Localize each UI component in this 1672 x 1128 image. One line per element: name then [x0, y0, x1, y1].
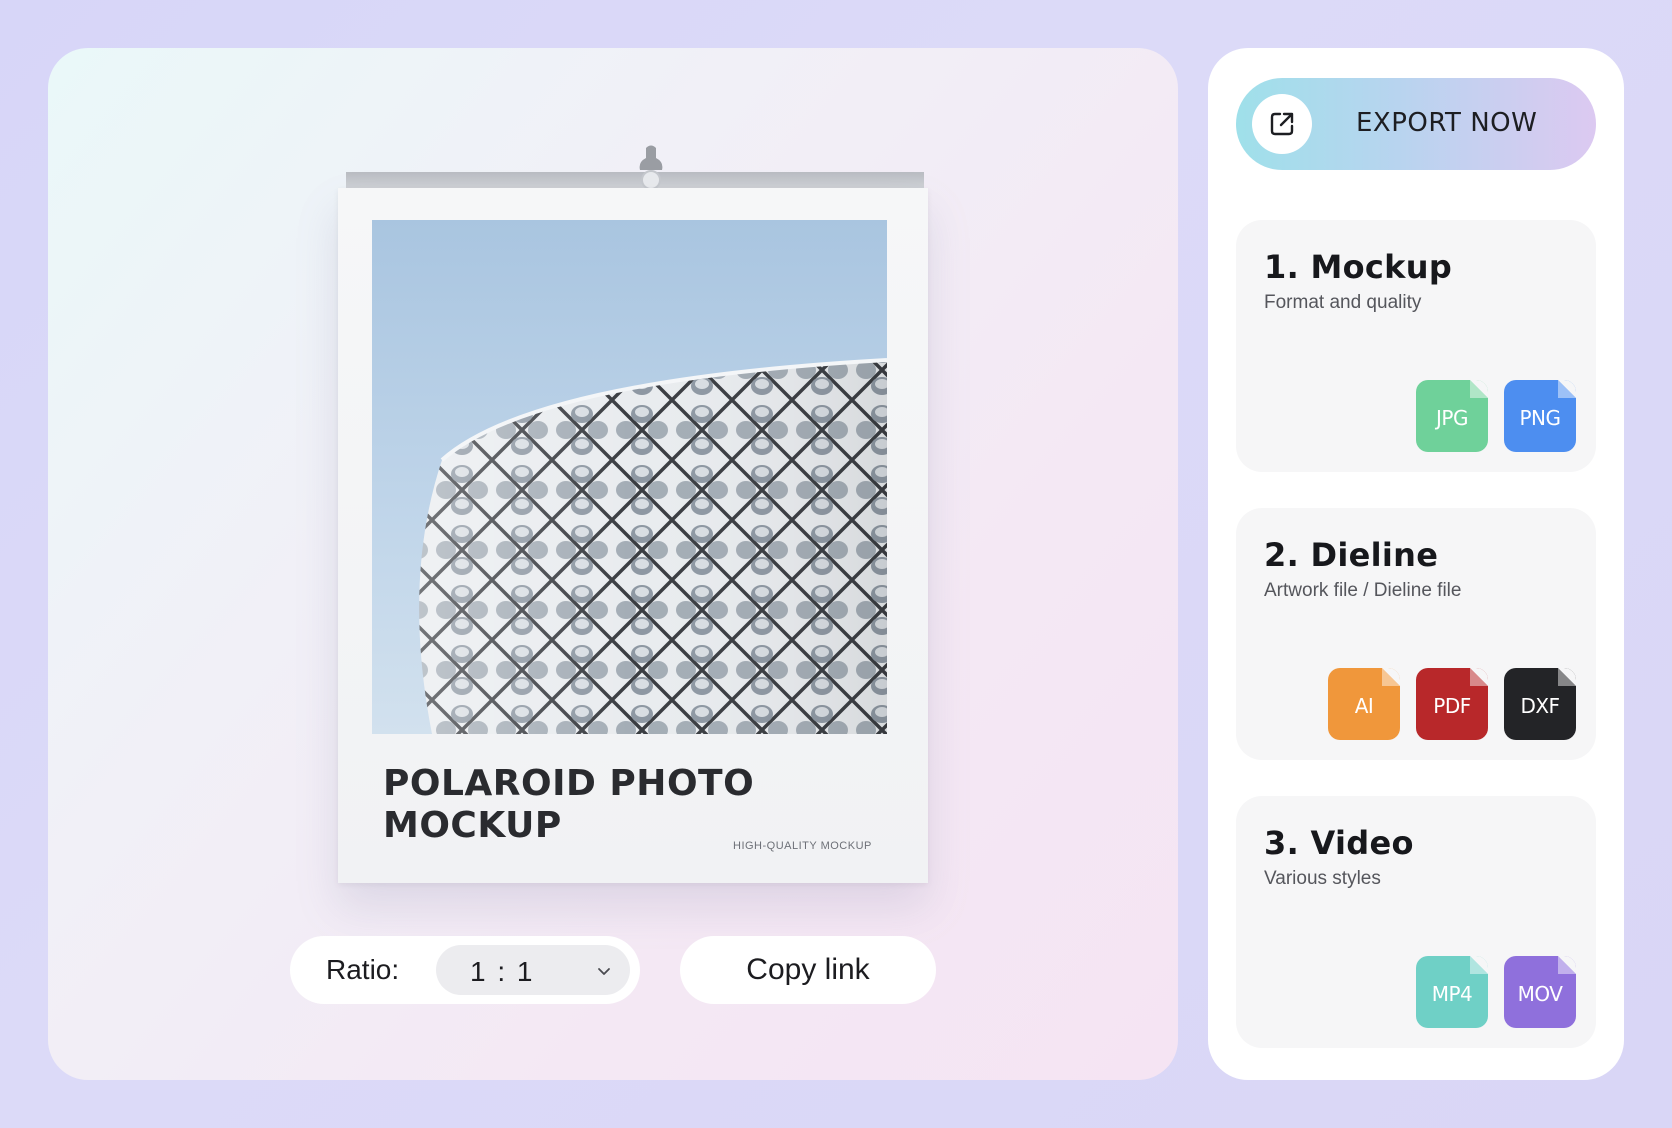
- section-title: 3. Video: [1264, 824, 1414, 862]
- png-file-icon[interactable]: PNG: [1504, 380, 1576, 452]
- dxf-file-icon[interactable]: DXF: [1504, 668, 1576, 740]
- section-subtitle: Artwork file / Dieline file: [1264, 580, 1462, 601]
- mov-file-icon[interactable]: MOV: [1504, 956, 1576, 1028]
- external-link-icon: [1270, 112, 1294, 136]
- ai-file-icon[interactable]: AI: [1328, 668, 1400, 740]
- file-label: PDF: [1433, 694, 1471, 718]
- file-label: MP4: [1431, 982, 1473, 1006]
- section-subtitle: Various styles: [1264, 868, 1381, 889]
- ratio-control: Ratio: 1 : 1: [290, 936, 640, 1004]
- section-title: 2. Dieline: [1264, 536, 1439, 574]
- ratio-value: 1 : 1: [470, 956, 535, 987]
- section-title: 1. Mockup: [1264, 248, 1453, 286]
- polaroid-subtitle: HIGH-QUALITY MOCKUP: [733, 840, 872, 852]
- file-label: AI: [1354, 694, 1374, 718]
- polaroid-title: POLAROID PHOTO MOCKUP: [383, 763, 755, 846]
- file-label: JPG: [1436, 406, 1468, 430]
- file-format-row: AI PDF DXF: [1328, 668, 1576, 740]
- file-format-row: MP4 MOV: [1416, 956, 1576, 1028]
- polaroid-mockup: POLAROID PHOTO MOCKUP HIGH-QUALITY MOCKU…: [338, 188, 928, 883]
- file-label: MOV: [1517, 982, 1563, 1006]
- mockup-section: 1. Mockup Format and quality JPG PNG: [1236, 220, 1596, 472]
- export-icon-badge: [1252, 94, 1312, 154]
- mockup-photo: [372, 220, 887, 734]
- export-now-button[interactable]: EXPORT NOW: [1236, 78, 1596, 170]
- preview-panel: POLAROID PHOTO MOCKUP HIGH-QUALITY MOCKU…: [48, 48, 1178, 1080]
- file-label: PNG: [1519, 406, 1561, 430]
- mp4-file-icon[interactable]: MP4: [1416, 956, 1488, 1028]
- section-subtitle: Format and quality: [1264, 292, 1422, 313]
- file-label: DXF: [1520, 694, 1560, 718]
- clip-pin-icon: [639, 145, 663, 190]
- export-panel: EXPORT NOW 1. Mockup Format and quality …: [1208, 48, 1624, 1080]
- chevron-down-icon: [598, 968, 610, 975]
- export-now-label: EXPORT NOW: [1356, 108, 1538, 138]
- ratio-label: Ratio:: [326, 954, 400, 985]
- video-section: 3. Video Various styles MP4 MOV: [1236, 796, 1596, 1048]
- building-facade-image: [419, 358, 887, 734]
- jpg-file-icon[interactable]: JPG: [1416, 380, 1488, 452]
- pdf-file-icon[interactable]: PDF: [1416, 668, 1488, 740]
- ratio-select[interactable]: 1 : 1: [436, 945, 630, 995]
- dieline-section: 2. Dieline Artwork file / Dieline file A…: [1236, 508, 1596, 760]
- copy-link-button[interactable]: Copy link: [680, 936, 936, 1004]
- file-format-row: JPG PNG: [1416, 380, 1576, 452]
